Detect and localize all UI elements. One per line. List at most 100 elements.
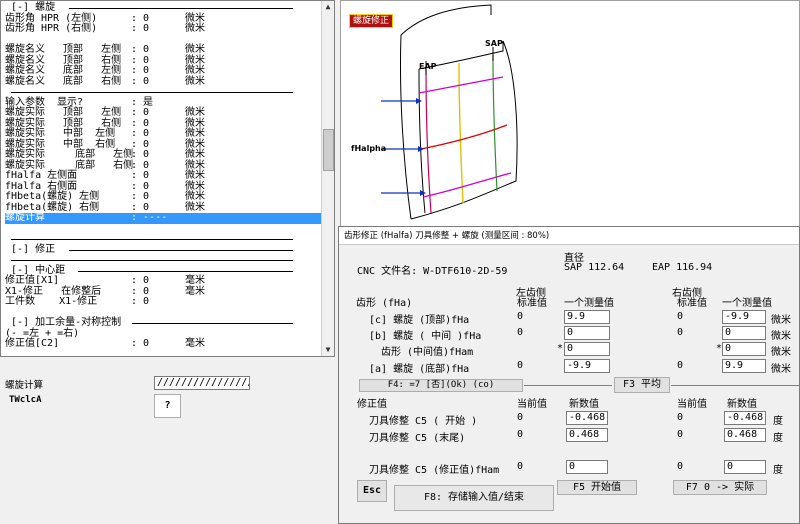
f5-start-value-button[interactable]: F5 开始值: [557, 480, 637, 495]
list-item[interactable]: 修正值[X1]: 0 毫米: [5, 275, 323, 287]
spiral-calc-label: 螺旋计算: [5, 380, 44, 391]
list-item[interactable]: 工件数 X1-修正: 0: [5, 296, 323, 308]
spiral-calc-field[interactable]: ////////////////: [154, 376, 250, 390]
list-cell-c1: 螺旋名义 底部 右侧: [5, 75, 122, 87]
scroll-down-icon[interactable]: ▼: [322, 344, 334, 356]
parameter-list-lines: [-] 螺旋 齿形角 HPR (左侧): 0 微米 齿形角 HPR (右侧): 0 微米…: [5, 2, 323, 350]
section-header: [-] 修正: [11, 243, 56, 255]
meas-row-right-input[interactable]: 0: [722, 326, 766, 340]
meas-row-right-std: 0: [677, 311, 684, 322]
list-item[interactable]: [5, 87, 323, 98]
meas-row-left-star: *: [557, 343, 564, 354]
list-item[interactable]: 螺旋计算: ----: [5, 212, 323, 224]
left-current-header: 当前值: [517, 399, 547, 410]
meas-row-left-std: 0: [517, 327, 524, 338]
c5-fham-left-input[interactable]: 0: [566, 460, 608, 474]
list-cell-c2: : 0: [131, 338, 150, 349]
c5-row-left-current: 0: [517, 429, 524, 440]
right-current-header: 当前值: [677, 399, 707, 410]
list-cell-c1: 螺旋实际 顶部 左侧: [5, 107, 122, 118]
list-cell-c3: 微米: [185, 65, 205, 76]
list-cell-c3: 微米: [185, 191, 205, 202]
list-item[interactable]: 螺旋实际 底部 左侧: 0 微米: [5, 149, 323, 161]
list-item[interactable]: 修正值[C2] : 0 毫米: [5, 338, 323, 350]
list-cell-c3: 微米: [185, 23, 205, 34]
f7-zero-to-actual-button[interactable]: F7 0 -> 实际: [673, 480, 767, 495]
esc-button[interactable]: Esc: [357, 480, 387, 502]
list-item[interactable]: fHalfa 左侧面: 0 微米: [5, 170, 323, 182]
list-item[interactable]: 螺旋名义 顶部 左侧: 0 微米: [5, 44, 323, 56]
list-item[interactable]: [5, 255, 323, 266]
c5-row-label: 刀具修整 C5 (末尾): [369, 433, 466, 444]
list-item[interactable]: fHbeta(螺旋) 左侧: 0 微米: [5, 191, 323, 203]
c5-row-unit: 度: [773, 433, 783, 444]
list-cell-c2: : 0: [131, 65, 150, 76]
dialog-title: 齿形修正 (fHalfa) 刀具修整 + 螺旋 (测量区间 : 80%): [339, 227, 799, 245]
scroll-up-icon[interactable]: ▲: [322, 1, 334, 13]
list-cell-c2: : 0: [131, 191, 150, 202]
fhalpha-label: fHalpha: [351, 144, 387, 153]
list-item[interactable]: [-] 螺旋: [5, 2, 323, 14]
left-std-header: 标准值: [517, 298, 547, 309]
meas-row-left-input[interactable]: 0: [564, 342, 610, 356]
c5-row-unit: 度: [773, 416, 783, 427]
helix-correction-diagram: 螺旋修正 EAP SAP fHalpha: [340, 0, 800, 228]
section-header: [-] 加工余量-对称控制: [11, 317, 122, 328]
list-cell-c3: 毫米: [185, 285, 205, 297]
meas-row-right-input[interactable]: 0: [722, 342, 766, 356]
list-cell-c2: : 0: [131, 75, 150, 87]
list-cell-c3: 毫米: [185, 338, 205, 349]
list-cell-c3: 毫米: [185, 275, 205, 286]
list-cell-c2: : 0: [131, 149, 150, 160]
c5-row-left-current: 0: [517, 412, 524, 423]
section-header: [-] 螺旋: [11, 2, 56, 13]
f3-average-button[interactable]: F3 平均: [614, 377, 670, 393]
meas-row-left-input[interactable]: 0: [564, 326, 610, 340]
c5-row-left-input[interactable]: -0.468: [566, 411, 608, 425]
c5-row-right-input[interactable]: -0.468: [724, 411, 766, 425]
profile-correction-dialog: 齿形修正 (fHalfa) 刀具修整 + 螺旋 (测量区间 : 80%) 直径 …: [338, 226, 800, 524]
list-cell-c3: 微米: [185, 107, 205, 118]
list-item[interactable]: 螺旋实际 顶部 左侧: 0 微米: [5, 107, 323, 119]
list-item[interactable]: 螺旋名义 底部 右侧 : 0 微米: [5, 75, 323, 88]
c5-fham-unit: 度: [773, 465, 783, 476]
list-cell-c1: 修正值[C2]: [5, 338, 60, 349]
meas-row-right-input[interactable]: 9.9: [722, 359, 766, 373]
list-item[interactable]: 螺旋实际 中部 左侧: 0 微米: [5, 128, 323, 140]
profile-fha-label: 齿形 (fHa): [356, 298, 413, 309]
right-new-header: 新数值: [727, 399, 757, 410]
tooth-left-edge: [400, 34, 412, 220]
meas-row-right-std: 0: [677, 360, 684, 371]
list-cell-c1: 齿形角 HPR (右侧): [5, 23, 98, 34]
tooth-diagram-svg: [381, 4, 518, 220]
c5-row-right-input[interactable]: 0.468: [724, 428, 766, 442]
correction-label: 修正值: [357, 399, 387, 410]
meas-row-label: [c] 螺旋 (顶部)fHa: [369, 315, 470, 326]
f4-button[interactable]: F4: =7 [否](Ok) (co): [359, 379, 523, 392]
f8-save-exit-button[interactable]: F8: 存储输入值/结束: [394, 485, 554, 511]
list-cell-c2: : 0: [131, 128, 150, 139]
c5-row-left-input[interactable]: 0.468: [566, 428, 608, 442]
list-cell-c3: 微米: [185, 75, 205, 87]
eap-value: EAP 116.94: [652, 262, 713, 273]
list-cell-c1: fHalfa 左侧面: [5, 170, 78, 181]
scroll-thumb[interactable]: [323, 129, 334, 171]
meas-row-unit: 微米: [771, 364, 791, 375]
help-button[interactable]: ?: [154, 394, 181, 418]
meas-row-left-input[interactable]: -9.9: [564, 359, 610, 373]
meas-row-right-input[interactable]: -9.9: [722, 310, 766, 324]
meas-row-left-input[interactable]: 9.9: [564, 310, 610, 324]
list-scrollbar[interactable]: ▲ ▼: [321, 1, 334, 356]
list-item[interactable]: [5, 224, 323, 235]
list-cell-c1: 螺旋名义 顶部 左侧: [5, 44, 122, 55]
c5-fham-right-input[interactable]: 0: [724, 460, 766, 474]
list-cell-c2: : 0: [131, 44, 150, 55]
list-cell-c1: 螺旋实际 中部 左侧: [5, 128, 116, 139]
lower-left-area: 螺旋计算 //////////////// TWclcA ?: [0, 357, 335, 524]
list-item[interactable]: [-] 修正: [5, 243, 323, 256]
list-item[interactable]: [-] 加工余量-对称控制: [5, 317, 323, 329]
list-item[interactable]: 齿形角 HPR (右侧): 0 微米: [5, 23, 323, 35]
parameter-list[interactable]: [-] 螺旋 齿形角 HPR (左侧): 0 微米 齿形角 HPR (右侧): 0 微米…: [0, 0, 335, 357]
list-item[interactable]: 螺旋名义 底部 左侧: 0 微米: [5, 65, 323, 77]
list-item[interactable]: [5, 234, 323, 245]
